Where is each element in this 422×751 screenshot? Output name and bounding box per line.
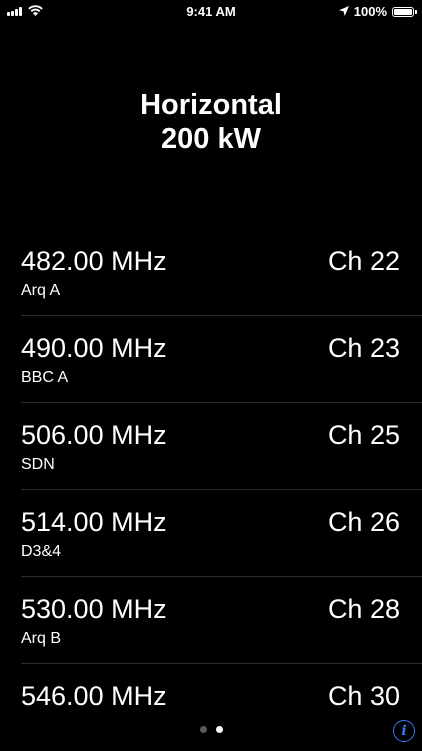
channel-frequency: 490.00 MHz [21, 333, 167, 363]
info-icon[interactable]: i [393, 720, 415, 742]
channel-name: Arq B [21, 630, 62, 647]
channel-row[interactable]: 530.00 MHz Arq B Ch 28 [0, 577, 422, 664]
channel-name: Arq A [21, 282, 61, 299]
location-arrow-icon [338, 4, 349, 19]
channel-frequency: 506.00 MHz [21, 420, 167, 450]
title-power: 200 kW [161, 123, 261, 155]
channel-frequency: 530.00 MHz [21, 594, 167, 624]
channel-frequency: 514.00 MHz [21, 507, 167, 537]
battery-fill [394, 8, 412, 15]
channel-list[interactable]: 482.00 MHz Arq A Ch 22 490.00 MHz BBC A … [0, 229, 422, 751]
channel-row[interactable]: 514.00 MHz D3&4 Ch 26 [0, 490, 422, 577]
page-title: Horizontal 200 kW [0, 88, 422, 156]
channel-row[interactable]: 506.00 MHz SDN Ch 25 [0, 403, 422, 490]
channel-number: Ch 23 [327, 333, 400, 363]
channel-name: SDN [21, 456, 55, 473]
channel-row[interactable]: 490.00 MHz BBC A Ch 23 [0, 316, 422, 403]
channel-name: BBC A [21, 369, 69, 386]
title-orientation: Horizontal [140, 89, 282, 121]
channel-row[interactable]: 482.00 MHz Arq A Ch 22 [0, 229, 422, 316]
status-right: 100% [338, 4, 417, 19]
page-dot-current[interactable] [215, 726, 223, 733]
channel-frequency: 546.00 MHz [21, 681, 167, 711]
channel-name: D3&4 [21, 543, 62, 560]
channel-number: Ch 25 [327, 420, 400, 450]
channel-number: Ch 26 [327, 507, 400, 537]
channel-number: Ch 30 [327, 681, 400, 711]
channel-frequency: 482.00 MHz [21, 246, 167, 276]
battery-icon [392, 6, 417, 17]
channel-number: Ch 22 [327, 246, 400, 276]
page-dot[interactable] [199, 726, 207, 733]
channel-row[interactable]: 546.00 MHz Ch 30 [0, 664, 422, 751]
page-control[interactable] [0, 726, 422, 733]
channel-number: Ch 28 [327, 594, 400, 624]
status-bar: 9:41 AM 100% [0, 0, 422, 22]
battery-percent: 100% [353, 4, 387, 19]
